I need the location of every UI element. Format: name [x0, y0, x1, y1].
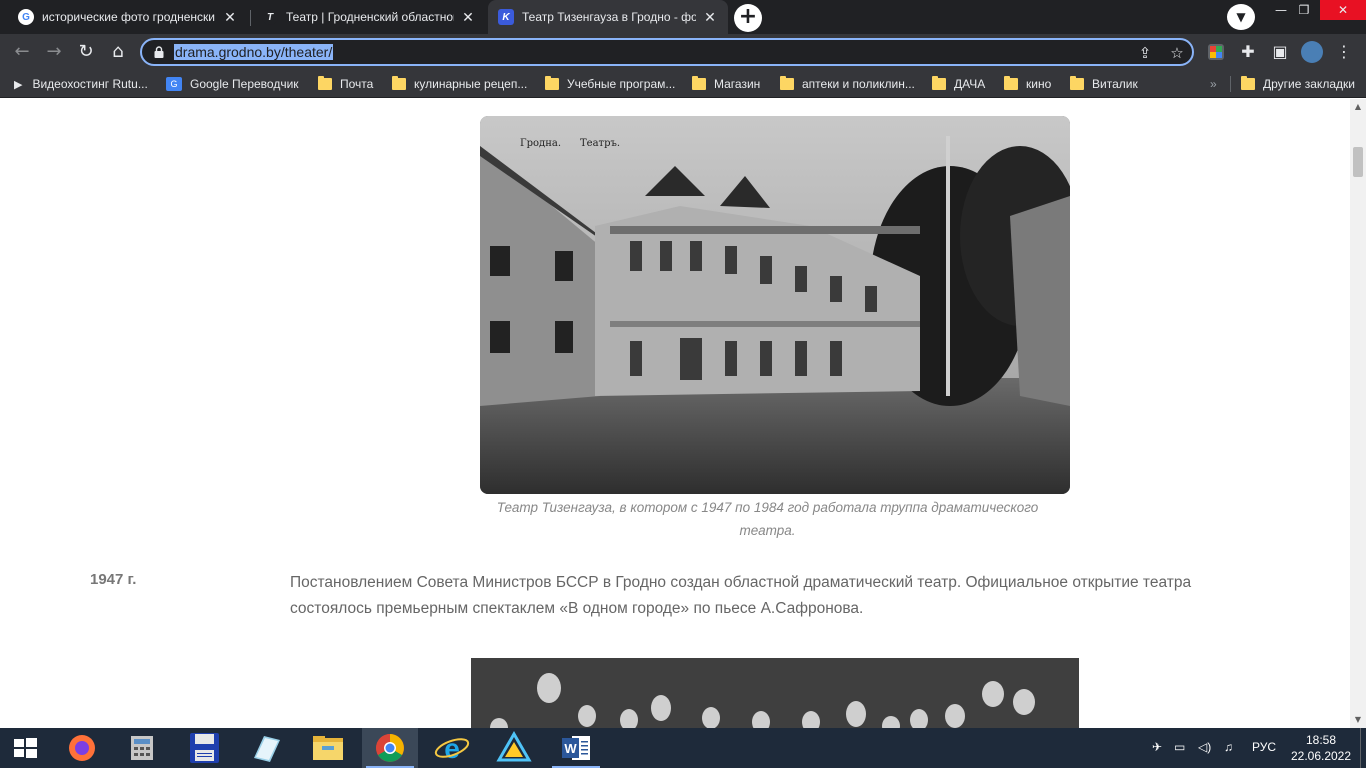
windows-start-icon[interactable]	[0, 728, 50, 768]
tab-google-search[interactable]: G исторические фото гродненски ✕	[8, 0, 248, 34]
home-button[interactable]: ⌂	[106, 40, 130, 64]
bookmark-item[interactable]: кино	[1004, 76, 1051, 92]
translate-icon: G	[166, 77, 182, 91]
side-panel-icon[interactable]: ▣	[1268, 40, 1292, 64]
theater-site-icon: T	[262, 9, 278, 25]
profile-avatar[interactable]	[1300, 40, 1324, 64]
photo-caption: Театр Тизенгауза, в котором с 1947 по 19…	[496, 500, 1039, 538]
troupe-group-photo	[471, 658, 1079, 728]
bookmark-item[interactable]: G Google Переводчик	[166, 76, 299, 92]
tab-search-button[interactable]: ▼	[1227, 4, 1255, 30]
bookmarks-overflow-icon[interactable]: »	[1210, 76, 1217, 92]
timeline-text: Постановлением Совета Министров БССР в Г…	[290, 574, 1192, 617]
folder-icon	[1004, 76, 1018, 90]
folder-icon	[780, 76, 794, 90]
clock-date: 22.06.2022	[1290, 749, 1352, 763]
tab-title: Театр | Гродненский областной	[286, 10, 454, 24]
scroll-down-arrow[interactable]: ▼	[1350, 712, 1366, 728]
menu-kebab-icon[interactable]: ⋮	[1332, 40, 1356, 64]
page-scrollbar[interactable]: ▲ ▼	[1350, 99, 1366, 728]
notepad-icon[interactable]	[238, 728, 294, 768]
site-k-icon: K	[498, 9, 514, 25]
language-indicator[interactable]: РУС	[1252, 740, 1276, 754]
close-icon[interactable]: ✕	[222, 9, 238, 26]
folder-icon	[932, 76, 946, 90]
web-page: Гродна. Театръ. Театр Тизенгауза, в кото…	[0, 99, 1350, 728]
file-explorer-icon[interactable]	[300, 728, 356, 768]
forward-button[interactable]: →	[42, 40, 66, 64]
google-icon: G	[18, 9, 34, 25]
bookmarks-bar: ▶ Видеохостинг Rutu... G Google Переводч…	[0, 70, 1366, 98]
tray-flag-icon[interactable]: ✈	[1152, 740, 1162, 754]
browser-toolbar: ← → ↻ ⌂ drama.grodno.by/theater/ ⇪ ☆ ✚ ▣…	[0, 34, 1366, 70]
scrollbar-thumb[interactable]	[1353, 147, 1363, 177]
address-bar[interactable]: drama.grodno.by/theater/ ⇪ ☆	[140, 38, 1194, 66]
tab-drama-theater[interactable]: T Театр | Гродненский областной ✕	[252, 0, 486, 34]
folder-icon	[318, 76, 332, 90]
bookmark-item[interactable]: ▶ Видеохостинг Rutu...	[14, 76, 148, 92]
theater-historic-photo: Гродна. Театръ.	[480, 116, 1070, 494]
tab-title: Театр Тизенгауза в Гродно - фот	[522, 10, 696, 24]
lock-icon	[154, 46, 164, 58]
timeline-year: 1947 г.	[90, 571, 137, 588]
bookmark-item[interactable]: ДАЧА	[932, 76, 985, 92]
bookmark-item[interactable]: аптеки и поликлин...	[780, 76, 915, 92]
system-clock[interactable]: 18:58 22.06.2022	[1290, 732, 1352, 764]
triangle-app-icon[interactable]	[486, 728, 542, 768]
network-icon[interactable]: ▭	[1174, 740, 1185, 754]
internet-explorer-icon[interactable]: e	[424, 728, 480, 768]
photo-caption-left: Гродна.	[520, 138, 561, 149]
other-bookmarks[interactable]: Другие закладки	[1230, 76, 1355, 92]
window-close-button[interactable]: ✕	[1320, 0, 1366, 20]
back-button[interactable]: ←	[10, 40, 34, 64]
url-text[interactable]: drama.grodno.by/theater/	[174, 44, 334, 60]
svg-text:e: e	[444, 733, 460, 764]
bookmark-star-icon[interactable]: ☆	[1168, 44, 1186, 62]
volume-icon[interactable]: ◁)	[1198, 740, 1211, 754]
extensions-puzzle-icon[interactable]: ✚	[1236, 40, 1260, 64]
play-icon: ▶	[14, 78, 23, 91]
scroll-up-arrow[interactable]: ▲	[1350, 99, 1366, 115]
folder-icon	[392, 76, 406, 90]
close-icon[interactable]: ✕	[460, 9, 476, 26]
folder-icon	[692, 76, 706, 90]
tab-strip: G исторические фото гродненски ✕ T Театр…	[0, 0, 1366, 34]
reload-button[interactable]: ↻	[74, 40, 98, 64]
calculator-icon[interactable]	[114, 728, 170, 768]
firefox-icon[interactable]	[54, 728, 110, 768]
bookmark-item[interactable]: Виталик	[1070, 76, 1138, 92]
share-icon[interactable]: ⇪	[1136, 44, 1154, 62]
new-tab-button[interactable]: +	[734, 4, 762, 32]
bookmark-item[interactable]: Магазин	[692, 76, 760, 92]
word-icon[interactable]: W	[548, 728, 604, 768]
extension-color-icon[interactable]	[1204, 40, 1228, 64]
folder-icon	[545, 76, 559, 90]
save-disk-icon[interactable]	[176, 728, 232, 768]
tab-tizenhaus-theater[interactable]: K Театр Тизенгауза в Гродно - фот ✕	[488, 0, 728, 34]
folder-icon	[1070, 76, 1084, 90]
windows-taskbar: e W ✈ ▭ ◁) ♫ РУС 18:58 22.06.2022	[0, 728, 1366, 768]
clock-time: 18:58	[1305, 733, 1337, 747]
bookmark-item[interactable]: Почта	[318, 76, 373, 92]
bookmark-item[interactable]: Учебные програм...	[545, 76, 675, 92]
input-method-icon[interactable]: ♫	[1224, 740, 1233, 754]
photo-caption-right: Театръ.	[580, 138, 620, 149]
folder-icon	[1241, 76, 1255, 90]
show-desktop-button[interactable]	[1360, 728, 1366, 768]
tab-title: исторические фото гродненски	[42, 10, 215, 24]
chrome-icon[interactable]	[362, 728, 418, 768]
bookmark-item[interactable]: кулинарные рецеп...	[392, 76, 527, 92]
svg-text:W: W	[564, 741, 577, 756]
close-icon[interactable]: ✕	[702, 9, 718, 26]
